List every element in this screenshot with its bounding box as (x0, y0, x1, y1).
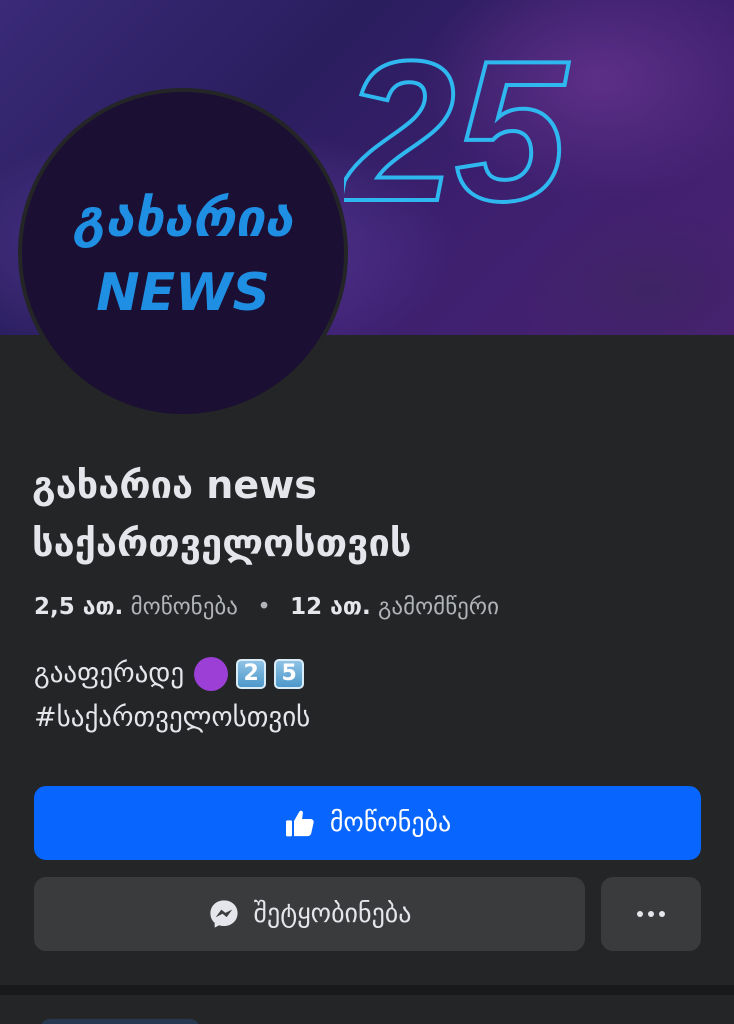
message-button[interactable]: შეტყობინება (34, 877, 585, 951)
more-options-button[interactable] (601, 877, 701, 951)
more-dots-icon (637, 911, 665, 917)
likes-count[interactable]: 2,5 ათ. (34, 594, 123, 620)
next-section-pill (40, 1019, 200, 1024)
purple-circle-icon (194, 657, 229, 691)
page-title-line1: გახარია news (32, 463, 317, 507)
page-profile: 25 გახარია NEWS გახარია news საქართველოს… (0, 0, 734, 1024)
page-title-line2: საქართველოსთვის (32, 521, 412, 565)
page-stats: 2,5 ათ. მოწონება • 12 ათ. გამომწერი (34, 594, 499, 620)
like-button-label: მოწონება (329, 808, 452, 838)
page-bio: გააფერადე 2 5 #საქართველოსთვის (34, 652, 310, 740)
followers-count[interactable]: 12 ათ. (290, 594, 371, 620)
avatar-logo-text: გახარია (72, 189, 294, 249)
keycap-5-icon: 5 (274, 659, 305, 689)
likes-label[interactable]: მოწონება (131, 594, 238, 620)
bio-hashtag[interactable]: #საქართველოსთვის (34, 696, 310, 740)
bio-text: გააფერადე (34, 658, 185, 689)
message-button-label: შეტყობინება (253, 899, 412, 929)
messenger-icon (209, 900, 238, 928)
followers-label[interactable]: გამომწერი (378, 594, 499, 620)
like-button[interactable]: მოწონება (34, 786, 701, 860)
page-title: გახარია news საქართველოსთვის (32, 456, 712, 572)
stats-separator: • (257, 594, 271, 620)
avatar-logo-news: NEWS (96, 263, 270, 323)
section-divider (0, 985, 734, 995)
cover-decoration (520, 210, 734, 335)
cover-number-25: 25 (344, 20, 571, 220)
keycap-2-icon: 2 (236, 659, 267, 689)
bio-line1: გააფერადე 2 5 (34, 652, 310, 696)
thumbs-up-icon (285, 810, 314, 837)
cover-number-text: 25 (344, 20, 569, 220)
profile-avatar[interactable]: გახარია NEWS (18, 88, 348, 418)
